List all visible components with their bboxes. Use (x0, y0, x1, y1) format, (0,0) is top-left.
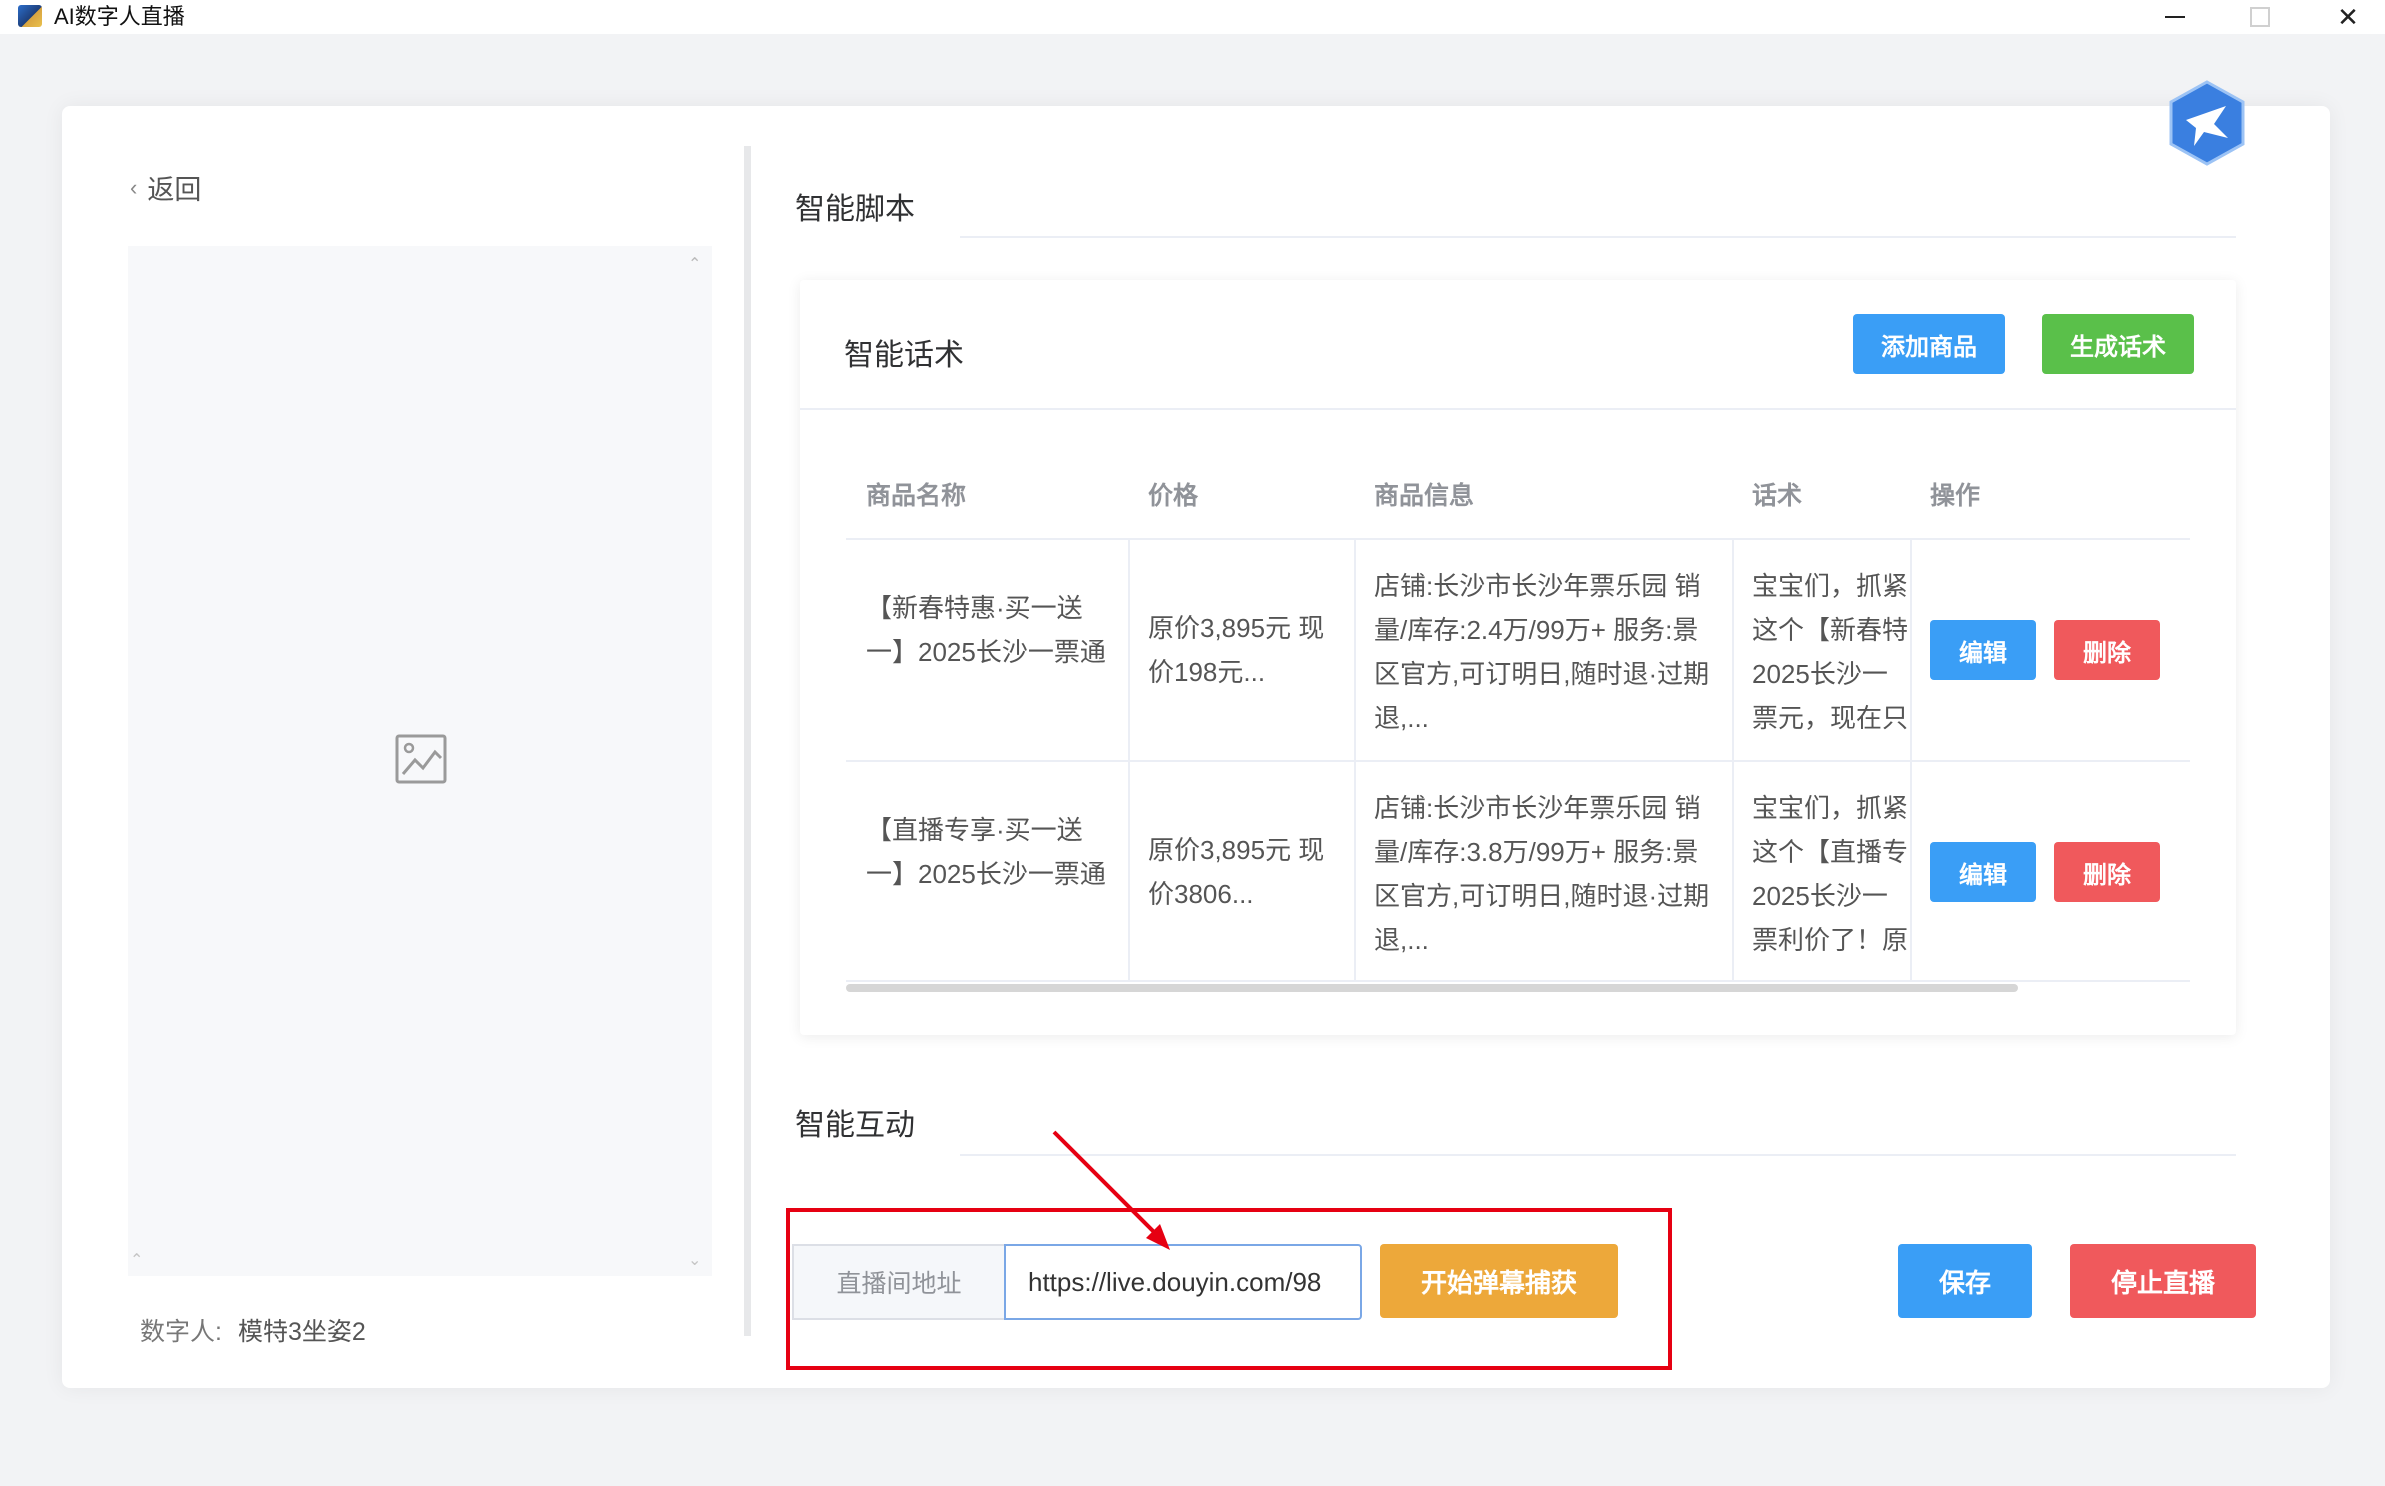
back-label: 返回 (147, 175, 202, 205)
scroll-down-left-icon[interactable]: ⌃ (130, 1250, 143, 1270)
table-col-divider (1128, 538, 1130, 980)
table-horizontal-scrollbar[interactable] (846, 984, 2018, 992)
window-title: AI数字人直播 (54, 4, 185, 29)
add-product-button[interactable]: 添加商品 (1853, 314, 2005, 374)
highlight-box (786, 1208, 1672, 1370)
table-col-divider (1732, 538, 1734, 980)
interact-section-title: 智能互动 (795, 1109, 915, 1142)
maximize-icon[interactable] (2230, 0, 2290, 34)
table-row-2-price: 原价3,895元 现价3806... (1148, 835, 1325, 909)
table-divider (846, 980, 2190, 982)
table-row-2-script: 宝宝们，抓紧这个【直播专2025长沙一票利价了！原价 (1752, 793, 1909, 955)
digital-human-key: 数字人: (140, 1318, 222, 1346)
table-row-1-info: 店铺:长沙市长沙年票乐园 销量/库存:2.4万/99万+ 服务:景区官方,可订明… (1374, 571, 1710, 733)
app-logo-icon (18, 5, 42, 27)
panel-divider[interactable] (744, 146, 751, 1336)
table-col-divider (1354, 538, 1356, 980)
product-table: 商品名称 价格 商品信息 话术 操作 【新春特惠·买一送一】2025长沙一票通 … (846, 458, 2190, 988)
header-actions: 操作 (1930, 482, 1981, 510)
table-row-1-script: 宝宝们，抓紧这个【新春特2025长沙一票元，现在只要 (1752, 571, 1909, 733)
generate-script-button[interactable]: 生成话术 (2042, 314, 2194, 374)
avatar-preview (128, 246, 712, 1276)
script-section-title: 智能脚本 (795, 193, 915, 226)
scroll-up-icon[interactable]: ⌃ (688, 254, 701, 274)
edit-button[interactable]: 编辑 (1930, 620, 2036, 680)
stop-live-button[interactable]: 停止直播 (2070, 1244, 2256, 1318)
bird-mascot-icon (2169, 80, 2245, 166)
image-placeholder-icon (395, 734, 447, 784)
digital-human-info: 数字人: 模特3坐姿2 (140, 1312, 366, 1348)
annotation-arrow-icon (1052, 1130, 1170, 1250)
table-row-2-info: 店铺:长沙市长沙年票乐园 销量/库存:3.8万/99万+ 服务:景区官方,可订明… (1374, 793, 1710, 955)
header-script: 话术 (1752, 482, 1803, 510)
delete-button[interactable]: 删除 (2054, 842, 2160, 902)
table-row-1-price: 原价3,895元 现价198元... (1148, 613, 1325, 687)
chevron-left-icon: ‹ (130, 174, 138, 200)
scroll-down-icon[interactable]: ⌄ (688, 1250, 701, 1270)
delete-button[interactable]: 删除 (2054, 620, 2160, 680)
header-product-info: 商品信息 (1374, 482, 1475, 510)
script-section-line (960, 236, 2236, 238)
title-bar: AI数字人直播 ✕ (0, 0, 2385, 34)
back-button[interactable]: ‹ 返回 (130, 168, 201, 207)
header-price: 价格 (1148, 482, 1199, 510)
talk-section-line (800, 408, 2236, 410)
edit-button[interactable]: 编辑 (1930, 842, 2036, 902)
minimize-icon[interactable] (2145, 0, 2205, 34)
talk-section-title: 智能话术 (844, 339, 964, 372)
table-divider (846, 760, 2190, 762)
close-icon[interactable]: ✕ (2318, 0, 2378, 34)
table-row-2-name: 【直播专享·买一送一】2025长沙一票通 (866, 815, 1106, 889)
digital-human-value: 模特3坐姿2 (237, 1318, 366, 1346)
header-product-name: 商品名称 (866, 482, 967, 510)
table-row-1-name: 【新春特惠·买一送一】2025长沙一票通 (866, 593, 1106, 667)
save-button[interactable]: 保存 (1898, 1244, 2032, 1318)
table-divider (846, 538, 2190, 540)
